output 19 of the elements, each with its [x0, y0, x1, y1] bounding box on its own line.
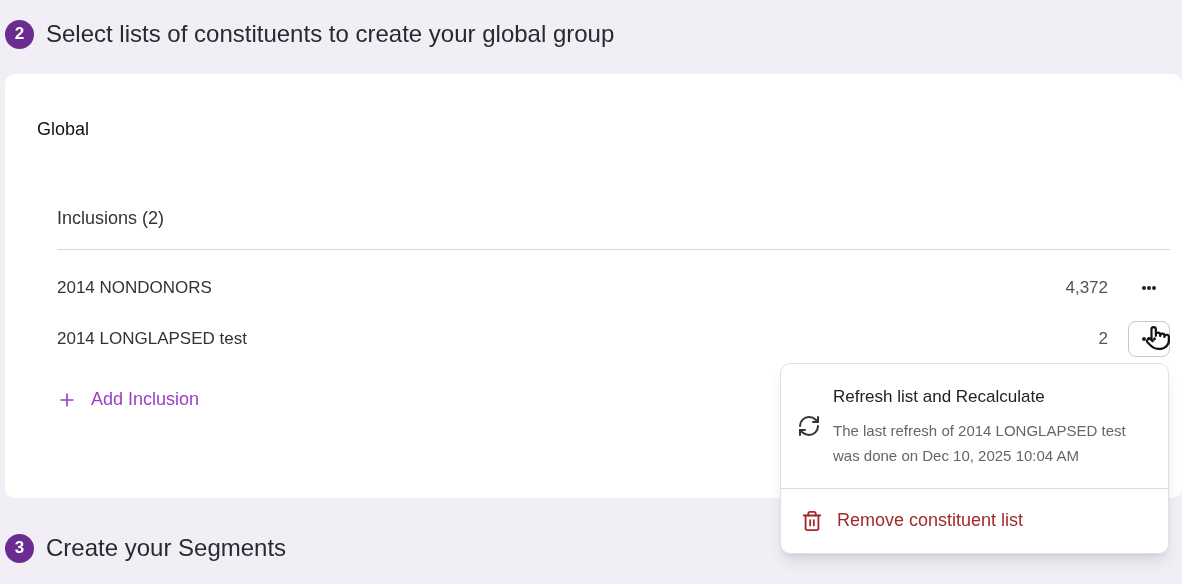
menu-item-title: Refresh list and Recalculate — [833, 386, 1046, 408]
menu-item[interactable]: Remove constituent list — [781, 488, 1168, 553]
menu-item-description: The last refresh of 2014 LONGLAPSED test was done on Dec 10, 2025 10:04 AM — [833, 420, 1127, 466]
menu-item[interactable]: Refresh list and Recalculate The last refresh of 2014 LONGLAPSED test was done on Dec 10, 2025 10:04 AM — [781, 364, 1168, 489]
list-name: 2014 LONGLAPSED test — [57, 327, 248, 350]
section-heading: Inclusions (2) — [57, 207, 165, 230]
pointer-cursor-icon — [1145, 325, 1171, 351]
step-number-badge: 2 — [5, 19, 34, 49]
list-name: 2014 NONDONORS — [57, 276, 213, 299]
card-title: Global — [37, 118, 90, 141]
more-icon — [1142, 285, 1156, 290]
add-inclusion-link[interactable]: Add Inclusion — [57, 386, 200, 413]
step-heading: Create your Segments — [46, 533, 287, 563]
trash-icon — [801, 509, 823, 532]
list-count: 2 — [1098, 327, 1108, 350]
step-number-badge: 3 — [5, 533, 34, 563]
list-count: 4,372 — [1065, 276, 1108, 299]
refresh-icon — [797, 413, 821, 438]
step-heading: Select lists of constituents to create your global group — [46, 19, 615, 49]
